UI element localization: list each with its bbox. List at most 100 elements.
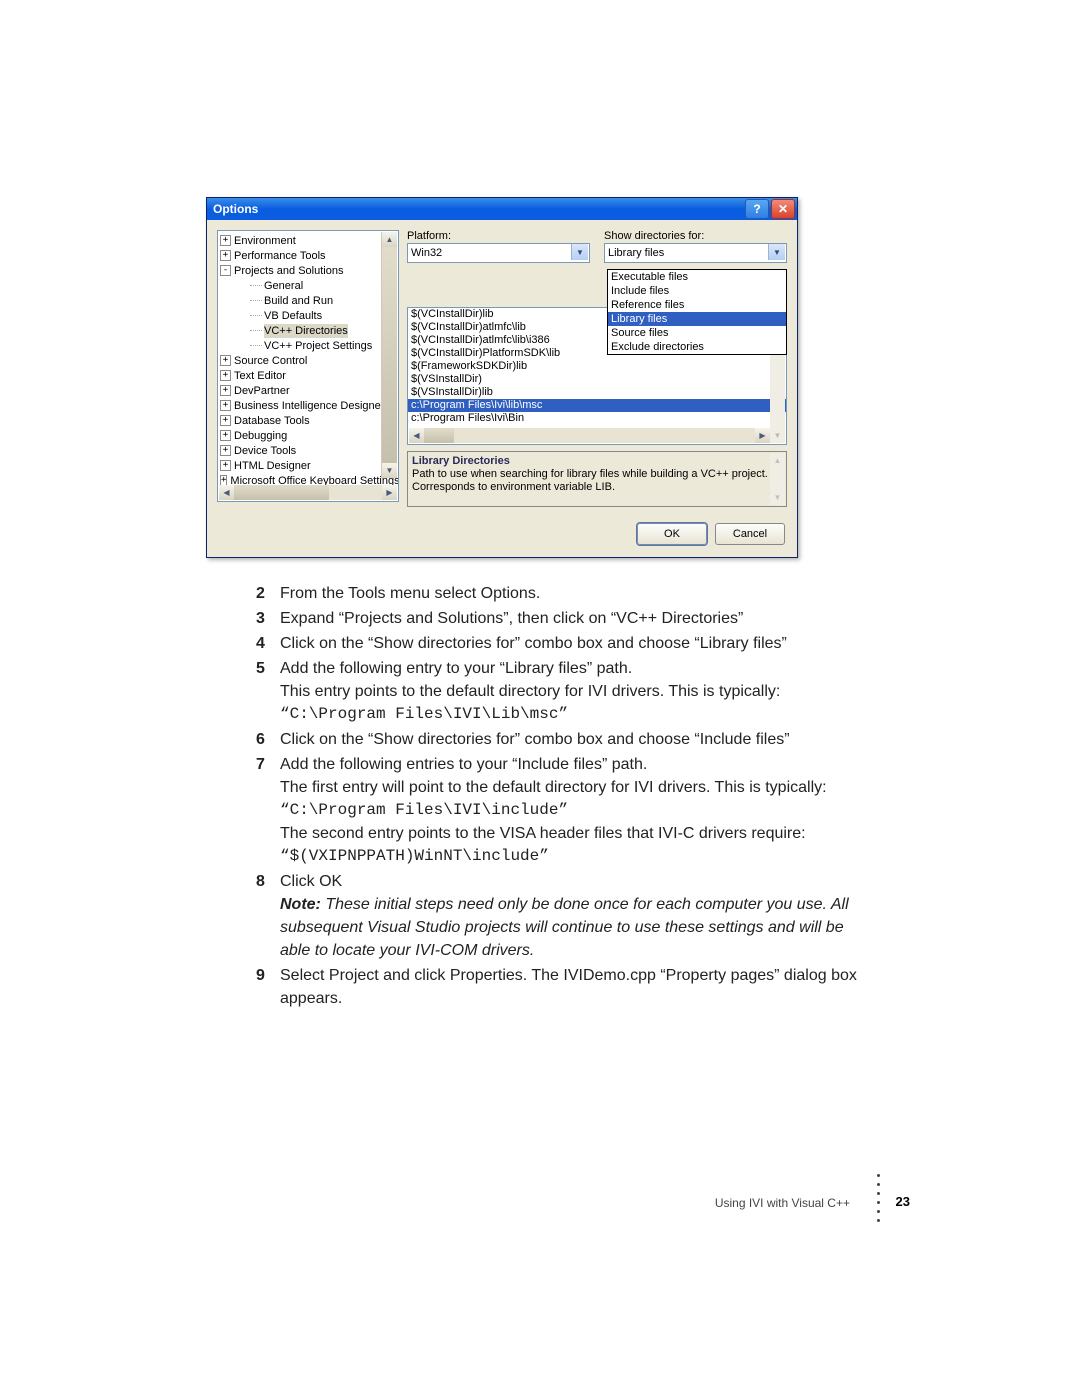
tree-item-label: DevPartner [234, 384, 290, 398]
step-line: Select Project and click Properties. The… [280, 964, 868, 1010]
expand-icon[interactable]: + [220, 415, 231, 426]
scroll-left-icon[interactable]: ◀ [219, 485, 234, 500]
expand-icon[interactable]: + [220, 370, 231, 381]
close-button[interactable]: ✕ [771, 199, 795, 219]
expand-icon[interactable]: - [220, 265, 231, 276]
expand-icon[interactable]: + [220, 250, 231, 261]
dropdown-option[interactable]: Exclude directories [608, 340, 786, 354]
tree-item[interactable]: +Text Editor [220, 368, 398, 383]
dropdown-option[interactable]: Library files [608, 312, 786, 326]
expand-icon[interactable]: + [220, 400, 231, 411]
dialog-title: Options [213, 202, 258, 216]
desc-scrollbar: ▲ ▼ [770, 453, 785, 505]
scroll-left-icon[interactable]: ◀ [409, 428, 424, 443]
footer-page-number: 23 [896, 1194, 910, 1209]
step-number: 6 [256, 728, 280, 751]
step: 7Add the following entries to your “Incl… [256, 753, 868, 868]
scroll-right-icon[interactable]: ▶ [755, 428, 770, 443]
category-tree[interactable]: +Environment+Performance Tools-Projects … [217, 230, 399, 502]
cancel-button[interactable]: Cancel [715, 523, 785, 545]
footer-dots-icon [877, 1174, 880, 1222]
dropdown-option[interactable]: Executable files [608, 270, 786, 284]
chevron-down-icon[interactable]: ▼ [768, 244, 785, 260]
step-number: 3 [256, 607, 280, 630]
scroll-down-icon: ▼ [770, 428, 785, 443]
tree-item[interactable]: VC++ Project Settings [220, 338, 398, 353]
tree-item-label: Text Editor [234, 369, 286, 383]
expand-icon[interactable]: + [220, 460, 231, 471]
scroll-up-icon[interactable]: ▲ [382, 232, 397, 247]
dir-horizontal-scrollbar[interactable]: ◀ ▶ [409, 428, 770, 443]
tree-item[interactable]: +Database Tools [220, 413, 398, 428]
tree-item[interactable]: +HTML Designer [220, 458, 398, 473]
dropdown-option[interactable]: Source files [608, 326, 786, 340]
tree-item[interactable]: +Device Tools [220, 443, 398, 458]
step-line: Click on the “Show directories for” comb… [280, 632, 868, 655]
tree-item[interactable]: +Source Control [220, 353, 398, 368]
tree-item[interactable]: -Projects and Solutions [220, 263, 398, 278]
tree-item[interactable]: Build and Run [220, 293, 398, 308]
titlebar[interactable]: Options ? ✕ [207, 198, 797, 220]
directory-entry[interactable]: $(VSInstallDir) [408, 373, 786, 386]
tree-item-label: Projects and Solutions [234, 264, 343, 278]
step: 8Click OKNote: These initial steps need … [256, 870, 868, 962]
showdirs-value: Library files [608, 247, 664, 259]
tree-horizontal-scrollbar[interactable]: ◀ ▶ [219, 485, 397, 500]
platform-combo[interactable]: Win32 ▼ [407, 243, 590, 263]
tree-item[interactable]: +Performance Tools [220, 248, 398, 263]
step-line: This entry points to the default directo… [280, 680, 868, 703]
tree-item[interactable]: VC++ Directories [220, 323, 398, 338]
tree-item[interactable]: +Environment [220, 233, 398, 248]
step-body: From the Tools menu select Options. [280, 582, 868, 605]
step-line: Note: These initial steps need only be d… [280, 893, 868, 962]
scroll-up-icon: ▲ [770, 453, 785, 468]
help-button[interactable]: ? [745, 199, 769, 219]
tree-item-label: Database Tools [234, 414, 310, 428]
step-number: 8 [256, 870, 280, 962]
directory-entry[interactable]: $(FrameworkSDKDir)lib [408, 360, 786, 373]
step-line: Add the following entries to your “Inclu… [280, 753, 868, 776]
step-body: Select Project and click Properties. The… [280, 964, 868, 1010]
tree-item-label: VC++ Directories [264, 324, 348, 338]
dropdown-option[interactable]: Reference files [608, 298, 786, 312]
directory-entry[interactable]: c:\Program Files\Ivi\lib\msc [408, 399, 786, 412]
tree-item[interactable]: VB Defaults [220, 308, 398, 323]
scroll-thumb[interactable] [382, 247, 397, 463]
tree-item[interactable]: +Debugging [220, 428, 398, 443]
step-body: Expand “Projects and Solutions”, then cl… [280, 607, 868, 630]
scroll-down-icon[interactable]: ▼ [382, 463, 397, 478]
scroll-hthumb[interactable] [234, 485, 329, 500]
scroll-right-icon[interactable]: ▶ [382, 485, 397, 500]
description-body: Path to use when searching for library f… [412, 468, 782, 494]
tree-item[interactable]: General [220, 278, 398, 293]
showdirs-dropdown[interactable]: Executable filesInclude filesReference f… [607, 269, 787, 355]
step-body: Click OKNote: These initial steps need o… [280, 870, 868, 962]
chevron-down-icon[interactable]: ▼ [571, 244, 588, 260]
step-line: “C:\Program Files\IVI\include” [280, 799, 868, 822]
expand-icon[interactable]: + [220, 235, 231, 246]
expand-icon[interactable]: + [220, 430, 231, 441]
showdirs-combo[interactable]: Library files ▼ [604, 243, 787, 263]
tree-vertical-scrollbar[interactable]: ▲ ▼ [381, 232, 397, 478]
directory-entry[interactable]: $(VSInstallDir)lib [408, 386, 786, 399]
step-line: The first entry will point to the defaul… [280, 776, 868, 799]
options-dialog: Options ? ✕ +Environment+Performance Too… [206, 197, 798, 558]
platform-label: Platform: [407, 230, 590, 242]
expand-icon[interactable]: + [220, 385, 231, 396]
step-line: “$(VXIPNPPATH)WinNT\include” [280, 845, 868, 868]
step-body: Add the following entry to your “Library… [280, 657, 868, 726]
scroll-hthumb[interactable] [424, 428, 454, 443]
tree-item[interactable]: +DevPartner [220, 383, 398, 398]
dropdown-option[interactable]: Include files [608, 284, 786, 298]
directory-entry[interactable]: c:\Program Files\Ivi\Bin [408, 412, 786, 425]
showdirs-label: Show directories for: [604, 230, 787, 242]
ok-button[interactable]: OK [637, 523, 707, 545]
tree-item-label: Debugging [234, 429, 287, 443]
tree-item[interactable]: +Business Intelligence Designers [220, 398, 398, 413]
step: 4Click on the “Show directories for” com… [256, 632, 868, 655]
description-title: Library Directories [412, 455, 782, 467]
step-number: 2 [256, 582, 280, 605]
step-line: Expand “Projects and Solutions”, then cl… [280, 607, 868, 630]
expand-icon[interactable]: + [220, 355, 231, 366]
expand-icon[interactable]: + [220, 445, 231, 456]
